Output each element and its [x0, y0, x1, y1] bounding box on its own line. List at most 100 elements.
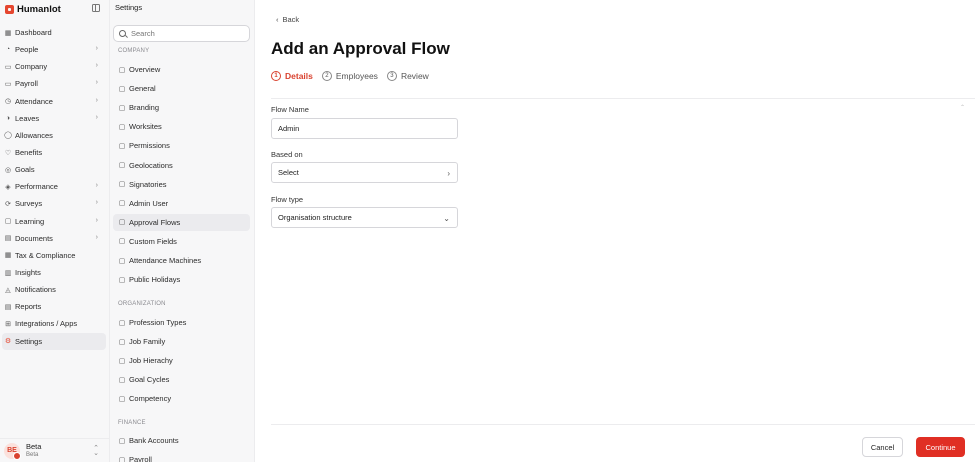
- settings-item-branding[interactable]: ▢ Branding: [113, 99, 250, 116]
- settings-item-label: Goal Cycles: [129, 375, 170, 385]
- settings-item-label: General: [129, 84, 156, 94]
- settings-section-heading: FINANCE: [118, 420, 146, 426]
- nav-icon: ▤: [4, 235, 12, 243]
- nav-item-label: Learning: [15, 216, 45, 226]
- settings-item-payroll[interactable]: ▢ Payroll: [113, 451, 250, 462]
- nav-icon: ⚙: [4, 338, 12, 346]
- settings-item-label: Overview: [129, 65, 161, 74]
- settings-item-label: Attendance Machines: [129, 256, 202, 265]
- chevron-up-icon[interactable]: ⌃: [960, 104, 965, 111]
- cancel-button[interactable]: Cancel: [862, 437, 903, 457]
- nav-item-performance[interactable]: ◈ Performance ›: [0, 178, 110, 195]
- nav-item-attendance[interactable]: ◷ Attendance ›: [0, 93, 110, 110]
- nav-icon: ◔: [5, 46, 11, 54]
- sidebar-collapse-icon[interactable]: [92, 4, 100, 12]
- chevron-right-icon: ›: [95, 182, 98, 190]
- flow-name-input[interactable]: [278, 124, 448, 133]
- settings-item-job-hierachy[interactable]: ▢ Job Hierachy: [113, 352, 250, 369]
- settings-sidebar: Settings COMPANY▢Overview▢General▢Brandi…: [110, 0, 255, 462]
- nav-icon: ◑: [5, 114, 11, 122]
- settings-item-icon: ▢: [118, 276, 126, 284]
- settings-item-label: Worksites: [129, 122, 162, 132]
- based-on-value: Select: [278, 168, 299, 177]
- nav-item-integrations-apps[interactable]: ⊞ Integrations / Apps: [0, 315, 110, 332]
- divider: [271, 98, 975, 99]
- nav-item-learning[interactable]: ▢ Learning ›: [0, 213, 110, 230]
- settings-item-goal-cycles[interactable]: ▢ Goal Cycles: [113, 371, 250, 388]
- settings-item-signatories[interactable]: ▢ Signatories: [113, 176, 250, 193]
- based-on-select[interactable]: Select ›: [271, 162, 458, 183]
- based-on-label: Based on: [271, 150, 303, 159]
- user-menu[interactable]: BE Beta Beta ⌃ ⌄: [0, 438, 110, 462]
- nav-item-leaves[interactable]: ◑ Leaves ›: [0, 110, 110, 127]
- settings-item-bank-accounts[interactable]: ▢ Bank Accounts: [113, 432, 250, 449]
- brand-name: Humanlot: [17, 3, 61, 15]
- nav-item-label: Payroll: [15, 79, 38, 89]
- nav-item-label: Allowances: [15, 130, 53, 140]
- nav-item-label: Goals: [15, 165, 35, 175]
- settings-item-attendance-machines[interactable]: ▢ Attendance Machines: [113, 252, 250, 269]
- nav-icon: ◎: [4, 166, 12, 174]
- settings-item-approval-flows[interactable]: ▢ Approval Flows: [113, 213, 250, 231]
- nav-item-surveys[interactable]: ⟳ Surveys ›: [0, 195, 110, 212]
- step-details[interactable]: 1 Details: [271, 71, 313, 81]
- flow-type-select[interactable]: Organisation structure ⌄: [271, 207, 458, 228]
- step-review[interactable]: 3 Review: [386, 71, 429, 81]
- nav-item-company[interactable]: ▭ Company ›: [0, 58, 110, 75]
- chevron-up-down-icon[interactable]: ⌃ ⌄: [93, 445, 99, 457]
- settings-item-geolocations[interactable]: ▢ Geolocations: [113, 157, 250, 174]
- nav-icon: ▢: [4, 218, 12, 226]
- brand[interactable]: Humanlot: [5, 2, 61, 16]
- settings-item-permissions[interactable]: ▢ Permissions: [113, 137, 250, 154]
- user-name: Beta: [26, 441, 42, 451]
- settings-item-label: Permissions: [129, 141, 170, 151]
- settings-item-public-holidays[interactable]: ▢ Public Holidays: [113, 271, 250, 288]
- nav-item-notifications[interactable]: ◬ Notifications: [0, 281, 110, 298]
- flow-name-field[interactable]: [271, 118, 458, 139]
- chevron-right-icon: ›: [95, 113, 98, 121]
- step-employees[interactable]: 2 Employees: [321, 71, 378, 81]
- nav-item-insights[interactable]: ▥ Insights: [0, 264, 110, 281]
- nav-item-payroll[interactable]: ▭ Payroll ›: [0, 75, 110, 92]
- settings-item-icon: ▢: [118, 376, 126, 384]
- settings-item-overview[interactable]: ▢ Overview: [113, 61, 250, 78]
- nav-item-label: Tax & Compliance: [15, 250, 76, 260]
- settings-item-label: Profession Types: [129, 318, 187, 327]
- nav-item-label: Settings: [15, 336, 43, 346]
- chevron-left-icon: ‹: [276, 15, 279, 24]
- settings-item-competency[interactable]: ▢ Competency: [113, 390, 250, 407]
- nav-item-benefits[interactable]: ♡ Benefits: [0, 144, 110, 161]
- back-button[interactable]: ‹ Back: [276, 15, 299, 24]
- settings-item-icon: ▢: [118, 456, 126, 462]
- settings-item-icon: ▢: [118, 319, 126, 327]
- nav-icon: ▥: [4, 269, 12, 277]
- step-label: Details: [285, 71, 313, 81]
- nav-item-tax-compliance[interactable]: ▦ Tax & Compliance: [0, 247, 110, 264]
- nav-item-reports[interactable]: ▤ Reports: [0, 298, 110, 315]
- nav-icon: ▦: [4, 29, 12, 37]
- nav-icon: ◷: [4, 98, 12, 106]
- settings-item-label: Approval Flows: [129, 217, 181, 227]
- settings-item-label: Public Holidays: [129, 275, 181, 285]
- chevron-right-icon: ›: [95, 199, 98, 207]
- nav-item-allowances[interactable]: ◯ Allowances: [0, 127, 110, 144]
- nav-item-documents[interactable]: ▤ Documents ›: [0, 230, 110, 247]
- nav-item-label: Benefits: [15, 148, 43, 158]
- continue-button[interactable]: Continue: [916, 437, 965, 457]
- nav-item-people[interactable]: ◔ People ›: [0, 41, 110, 58]
- nav-item-settings[interactable]: ⚙ Settings: [2, 332, 106, 350]
- settings-item-job-family[interactable]: ▢ Job Family: [113, 333, 250, 350]
- search-input[interactable]: [131, 29, 241, 38]
- settings-item-custom-fields[interactable]: ▢ Custom Fields: [113, 233, 250, 250]
- settings-item-icon: ▢: [118, 104, 126, 112]
- settings-item-admin-user[interactable]: ▢ Admin User: [113, 195, 250, 212]
- settings-item-worksites[interactable]: ▢ Worksites: [113, 118, 250, 135]
- settings-item-label: Signatories: [129, 179, 167, 189]
- nav-item-goals[interactable]: ◎ Goals: [0, 161, 110, 178]
- settings-item-general[interactable]: ▢ General: [113, 80, 250, 97]
- main-content: ‹ Back Add an Approval Flow 1 Details 2 Emp…: [255, 0, 975, 462]
- nav-item-label: Integrations / Apps: [15, 319, 78, 329]
- search-box[interactable]: [113, 25, 250, 42]
- nav-item-dashboard[interactable]: ▦ Dashboard: [0, 24, 110, 41]
- settings-item-profession-types[interactable]: ▢ Profession Types: [113, 314, 250, 331]
